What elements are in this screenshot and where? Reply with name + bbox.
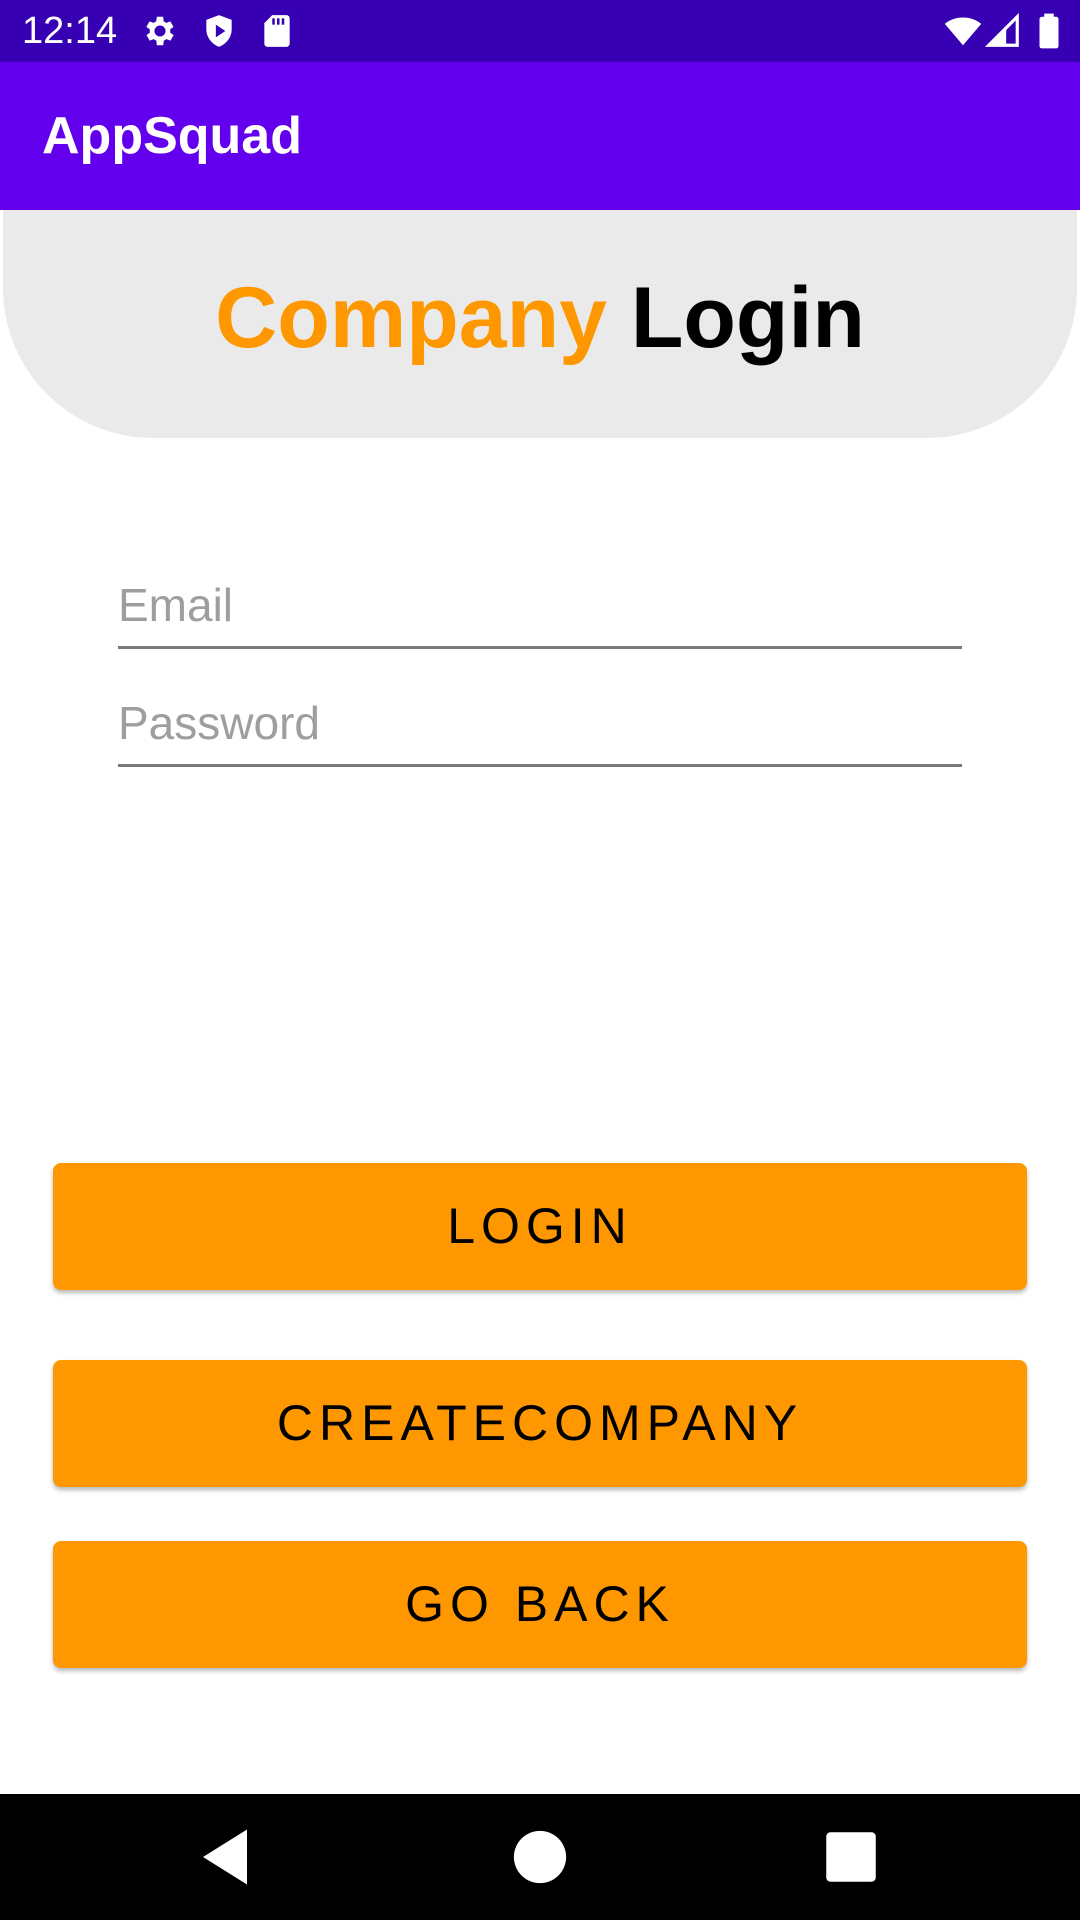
password-field[interactable]: [118, 688, 962, 767]
status-time: 12:14: [22, 10, 118, 52]
battery-icon: [1030, 12, 1068, 50]
email-field[interactable]: [118, 570, 962, 649]
company-login-screen: 12:14 AppSquad Company Login LO: [0, 0, 1080, 1920]
header-card: Company Login: [3, 210, 1077, 438]
go-back-button[interactable]: GO BACK: [53, 1541, 1027, 1668]
signal-icon: [984, 12, 1022, 50]
page-title: Company Login: [3, 268, 1077, 368]
back-triangle-icon[interactable]: [192, 1824, 258, 1890]
app-title: AppSquad: [42, 107, 302, 165]
gear-icon: [141, 12, 179, 50]
page-title-login: Login: [630, 270, 865, 366]
sd-card-icon: [258, 12, 296, 50]
app-bar: AppSquad: [0, 62, 1080, 210]
home-circle-icon[interactable]: [507, 1824, 573, 1890]
recents-square-icon[interactable]: [818, 1824, 884, 1890]
status-bar: 12:14: [0, 0, 1080, 62]
page-title-company: Company: [215, 270, 607, 366]
wifi-icon: [944, 12, 982, 50]
create-company-button[interactable]: CREATECOMPANY: [53, 1360, 1027, 1487]
login-button[interactable]: LOGIN: [53, 1163, 1027, 1290]
system-nav-bar: [0, 1794, 1080, 1920]
shield-icon: [200, 12, 238, 50]
